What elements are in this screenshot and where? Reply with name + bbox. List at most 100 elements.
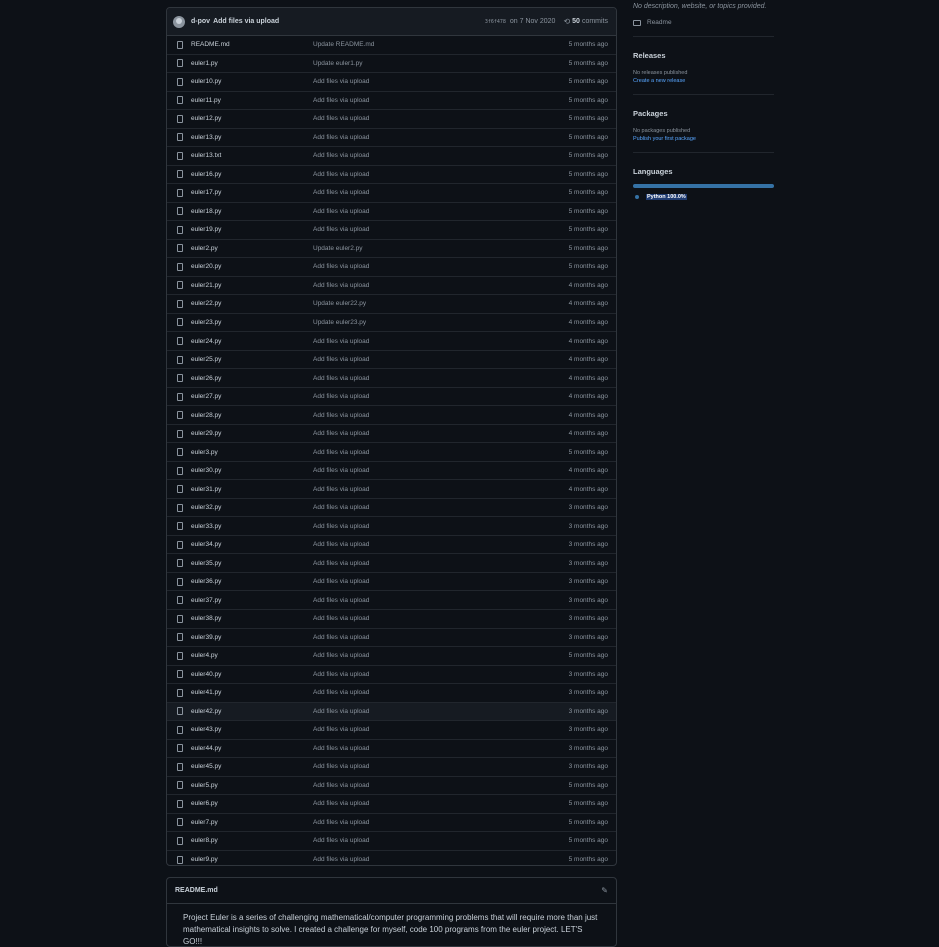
table-row[interactable]: euler13.txt Add files via upload 5 months …: [167, 147, 616, 166]
file-name[interactable]: euler17.py: [191, 189, 313, 196]
file-name[interactable]: euler23.py: [191, 319, 313, 326]
file-name[interactable]: euler29.py: [191, 430, 313, 437]
file-commit-message[interactable]: Add files via upload: [313, 541, 569, 548]
releases-title[interactable]: Releases: [633, 51, 774, 60]
file-commit-message[interactable]: Add files via upload: [313, 375, 569, 382]
file-commit-message[interactable]: Update euler2.py: [313, 245, 569, 252]
file-name[interactable]: euler24.py: [191, 338, 313, 345]
pencil-icon[interactable]: ✎: [601, 886, 608, 895]
file-commit-message[interactable]: Add files via upload: [313, 115, 569, 122]
file-commit-message[interactable]: Update README.md: [313, 41, 569, 48]
file-name[interactable]: euler38.py: [191, 615, 313, 622]
table-row[interactable]: euler5.py Add files via upload 5 months ag…: [167, 777, 616, 796]
file-name[interactable]: euler28.py: [191, 412, 313, 419]
file-name[interactable]: euler31.py: [191, 486, 313, 493]
file-commit-message[interactable]: Add files via upload: [313, 78, 569, 85]
file-commit-message[interactable]: Add files via upload: [313, 263, 569, 270]
table-row[interactable]: euler41.py Add files via upload 3 months a…: [167, 684, 616, 703]
table-row[interactable]: euler38.py Add files via upload 3 months a…: [167, 610, 616, 629]
table-row[interactable]: euler23.py Update euler23.py 4 months ago: [167, 314, 616, 333]
file-commit-message[interactable]: Add files via upload: [313, 393, 569, 400]
file-commit-message[interactable]: Add files via upload: [313, 856, 569, 863]
file-commit-message[interactable]: Update euler1.py: [313, 60, 569, 67]
readme-link[interactable]: Readme: [633, 19, 774, 26]
commit-message[interactable]: Add files via upload: [213, 18, 279, 25]
file-name[interactable]: euler33.py: [191, 523, 313, 530]
file-commit-message[interactable]: Add files via upload: [313, 689, 569, 696]
packages-title[interactable]: Packages: [633, 109, 774, 118]
table-row[interactable]: euler6.py Add files via upload 5 months ag…: [167, 795, 616, 814]
file-commit-message[interactable]: Add files via upload: [313, 800, 569, 807]
file-name[interactable]: euler20.py: [191, 263, 313, 270]
file-name[interactable]: euler9.py: [191, 856, 313, 863]
file-commit-message[interactable]: Update euler23.py: [313, 319, 569, 326]
file-name[interactable]: euler43.py: [191, 726, 313, 733]
table-row[interactable]: euler28.py Add files via upload 4 months a…: [167, 406, 616, 425]
table-row[interactable]: euler4.py Add files via upload 5 months ag…: [167, 647, 616, 666]
table-row[interactable]: euler33.py Add files via upload 3 months a…: [167, 517, 616, 536]
file-commit-message[interactable]: Add files via upload: [313, 467, 569, 474]
table-row[interactable]: euler43.py Add files via upload 3 months a…: [167, 721, 616, 740]
file-commit-message[interactable]: Add files via upload: [313, 226, 569, 233]
file-commit-message[interactable]: Add files via upload: [313, 634, 569, 641]
file-commit-message[interactable]: Add files via upload: [313, 134, 569, 141]
table-row[interactable]: euler22.py Update euler22.py 4 months ago: [167, 295, 616, 314]
table-row[interactable]: euler45.py Add files via upload 3 months a…: [167, 758, 616, 777]
table-row[interactable]: euler3.py Add files via upload 5 months ag…: [167, 443, 616, 462]
table-row[interactable]: euler42.py Add files via upload 3 months a…: [167, 702, 616, 722]
file-commit-message[interactable]: Add files via upload: [313, 578, 569, 585]
table-row[interactable]: euler26.py Add files via upload 4 months a…: [167, 369, 616, 388]
table-row[interactable]: euler11.py Add files via upload 5 months a…: [167, 92, 616, 111]
table-row[interactable]: euler24.py Add files via upload 4 months a…: [167, 332, 616, 351]
file-name[interactable]: euler12.py: [191, 115, 313, 122]
table-row[interactable]: euler18.py Add files via upload 5 months a…: [167, 203, 616, 222]
table-row[interactable]: euler1.py Update euler1.py 5 months ago: [167, 55, 616, 74]
table-row[interactable]: euler35.py Add files via upload 3 months a…: [167, 554, 616, 573]
file-name[interactable]: euler18.py: [191, 208, 313, 215]
file-name[interactable]: euler25.py: [191, 356, 313, 363]
publish-package-link[interactable]: Publish your first package: [633, 136, 774, 142]
file-commit-message[interactable]: Add files via upload: [313, 652, 569, 659]
file-name[interactable]: euler42.py: [191, 708, 313, 715]
table-row[interactable]: euler7.py Add files via upload 5 months ag…: [167, 814, 616, 833]
table-row[interactable]: euler31.py Add files via upload 4 months a…: [167, 480, 616, 499]
table-row[interactable]: euler16.py Add files via upload 5 months a…: [167, 166, 616, 185]
file-name[interactable]: euler45.py: [191, 763, 313, 770]
file-name[interactable]: README.md: [191, 41, 313, 48]
file-commit-message[interactable]: Add files via upload: [313, 152, 569, 159]
table-row[interactable]: euler21.py Add files via upload 4 months a…: [167, 277, 616, 296]
table-row[interactable]: euler20.py Add files via upload 5 months a…: [167, 258, 616, 277]
file-name[interactable]: euler11.py: [191, 97, 313, 104]
file-name[interactable]: euler44.py: [191, 745, 313, 752]
table-row[interactable]: euler13.py Add files via upload 5 months a…: [167, 129, 616, 148]
file-name[interactable]: euler4.py: [191, 652, 313, 659]
table-row[interactable]: euler39.py Add files via upload 3 months a…: [167, 629, 616, 648]
commits-count[interactable]: 50: [572, 18, 580, 25]
file-commit-message[interactable]: Add files via upload: [313, 97, 569, 104]
file-name[interactable]: euler13.txt: [191, 152, 313, 159]
file-name[interactable]: euler2.py: [191, 245, 313, 252]
file-name[interactable]: euler35.py: [191, 560, 313, 567]
file-commit-message[interactable]: Add files via upload: [313, 837, 569, 844]
create-release-link[interactable]: Create a new release: [633, 78, 774, 84]
table-row[interactable]: euler2.py Update euler2.py 5 months ago: [167, 240, 616, 259]
file-name[interactable]: euler8.py: [191, 837, 313, 844]
table-row[interactable]: euler29.py Add files via upload 4 months a…: [167, 425, 616, 444]
table-row[interactable]: euler44.py Add files via upload 3 months a…: [167, 740, 616, 759]
file-name[interactable]: euler3.py: [191, 449, 313, 456]
table-row[interactable]: euler30.py Add files via upload 4 months a…: [167, 462, 616, 481]
commit-author[interactable]: d-pov: [191, 18, 210, 25]
table-row[interactable]: euler9.py Add files via upload 5 months ag…: [167, 851, 616, 865]
commits-label[interactable]: commits: [582, 18, 608, 25]
avatar[interactable]: [173, 15, 185, 28]
table-row[interactable]: euler8.py Add files via upload 5 months ag…: [167, 832, 616, 851]
file-name[interactable]: euler5.py: [191, 782, 313, 789]
file-name[interactable]: euler6.py: [191, 800, 313, 807]
file-commit-message[interactable]: Add files via upload: [313, 763, 569, 770]
table-row[interactable]: euler19.py Add files via upload 5 months a…: [167, 221, 616, 240]
file-commit-message[interactable]: Add files via upload: [313, 745, 569, 752]
file-name[interactable]: euler7.py: [191, 819, 313, 826]
file-commit-message[interactable]: Add files via upload: [313, 504, 569, 511]
commit-sha[interactable]: 3f6f478: [485, 19, 506, 25]
file-name[interactable]: euler22.py: [191, 300, 313, 307]
